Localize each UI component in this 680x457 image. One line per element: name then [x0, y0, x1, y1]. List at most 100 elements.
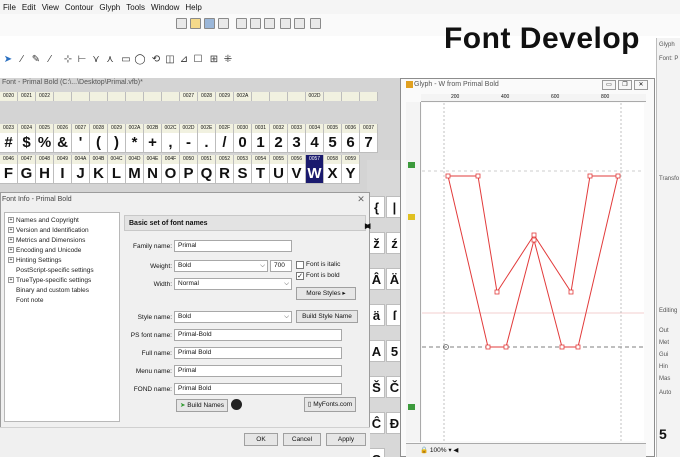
- glyph-cell[interactable]: #: [0, 133, 18, 153]
- tree-item[interactable]: + Metrics and Dimensions: [8, 236, 116, 246]
- glyph-cell[interactable]: *: [126, 133, 144, 153]
- glyph-cell[interactable]: 0: [234, 133, 252, 153]
- glyph-cell[interactable]: O: [162, 164, 180, 184]
- guide-marker-icon[interactable]: [408, 404, 415, 410]
- yin-yang-icon[interactable]: [231, 399, 242, 410]
- menu-help[interactable]: Help: [182, 3, 204, 12]
- hand-tool-icon[interactable]: ☐: [192, 54, 204, 66]
- close-icon[interactable]: ✕: [634, 80, 648, 90]
- bold-checkbox[interactable]: ✓: [296, 272, 304, 280]
- expand-icon[interactable]: +: [8, 277, 14, 284]
- width-select[interactable]: Normal ⌵: [174, 278, 292, 290]
- tree-item[interactable]: + Names and Copyright: [8, 216, 116, 226]
- knife-tool-icon[interactable]: ⁄: [44, 54, 56, 66]
- tree-item[interactable]: + Version and Identification: [8, 226, 116, 236]
- glyph-cell[interactable]: -: [180, 133, 198, 153]
- weight-select[interactable]: Bold ⌵: [174, 260, 268, 272]
- weight-number-field[interactable]: 700: [270, 260, 292, 272]
- glyph-cell[interactable]: Q: [368, 448, 385, 457]
- tree-item[interactable]: Font note: [8, 296, 116, 306]
- glyph-cell[interactable]: F: [0, 164, 18, 184]
- pointer-tool-icon[interactable]: ➤: [2, 54, 14, 66]
- glyph-cell[interactable]: 6: [342, 133, 360, 153]
- expand-icon[interactable]: +: [8, 257, 14, 264]
- style-name-select[interactable]: Bold ⌵: [174, 311, 292, 323]
- apply-button[interactable]: Apply: [326, 433, 366, 446]
- glyph-cell[interactable]: ,: [162, 133, 180, 153]
- restore-icon[interactable]: ❐: [618, 80, 632, 90]
- ellipse-tool-icon[interactable]: ◯: [134, 54, 146, 66]
- glyph-cell[interactable]: L: [108, 164, 126, 184]
- redo-icon[interactable]: [294, 18, 305, 29]
- paste-icon[interactable]: [264, 18, 275, 29]
- glyph-cell[interactable]: M: [126, 164, 144, 184]
- glyph-cell[interactable]: 4: [306, 133, 324, 153]
- glyph-cell[interactable]: ): [108, 133, 126, 153]
- menu-window[interactable]: Window: [148, 3, 182, 12]
- corner-tool-icon[interactable]: ⋎: [90, 54, 102, 66]
- guide-marker-icon[interactable]: [408, 162, 415, 168]
- contour-tool-icon[interactable]: ∕: [16, 54, 28, 66]
- glyph-cell[interactable]: J: [72, 164, 90, 184]
- lock-icon[interactable]: 🔒: [420, 447, 428, 454]
- glyph-cell[interactable]: Ĉ: [368, 412, 385, 434]
- glyph-cell[interactable]: 7: [360, 133, 378, 153]
- menu-view[interactable]: View: [39, 3, 62, 12]
- glyph-cell[interactable]: X: [324, 164, 342, 184]
- grid-tool-icon[interactable]: ⊞: [208, 54, 220, 66]
- family-name-field[interactable]: Primal: [174, 240, 292, 252]
- cancel-button[interactable]: Cancel: [283, 433, 321, 446]
- next-arrow-icon[interactable]: ▶: [365, 222, 370, 230]
- open-folder-icon[interactable]: [190, 18, 201, 29]
- tree-item[interactable]: PostScript-specific settings: [8, 266, 116, 276]
- copy-icon[interactable]: [250, 18, 261, 29]
- glyph-canvas[interactable]: [422, 103, 644, 441]
- print-icon[interactable]: [310, 18, 321, 29]
- glyph-cell[interactable]: 3: [288, 133, 306, 153]
- myfonts-button[interactable]: ▯ MyFonts.com: [304, 397, 356, 412]
- expand-icon[interactable]: +: [8, 227, 14, 234]
- expand-icon[interactable]: +: [8, 217, 14, 224]
- zoom-value[interactable]: 100%: [430, 447, 447, 454]
- expand-icon[interactable]: +: [8, 237, 14, 244]
- menu-edit[interactable]: Edit: [19, 3, 39, 12]
- glyph-cell[interactable]: N: [144, 164, 162, 184]
- rotate-tool-icon[interactable]: ⟲: [150, 54, 162, 66]
- glyph-cell[interactable]: {: [368, 196, 385, 218]
- curve-tool-icon[interactable]: ⋏: [104, 54, 116, 66]
- glyph-cell[interactable]: (: [90, 133, 108, 153]
- glyph-cell[interactable]: ž: [368, 232, 385, 254]
- glyph-cell[interactable]: .: [198, 133, 216, 153]
- expand-icon[interactable]: +: [8, 247, 14, 254]
- glyph-cell[interactable]: Â: [368, 268, 385, 290]
- pen-tool-icon[interactable]: ✎: [30, 54, 42, 66]
- save-icon[interactable]: [204, 18, 215, 29]
- guide-tool-icon[interactable]: ⁜: [222, 54, 234, 66]
- minimize-icon[interactable]: ▭: [602, 80, 616, 90]
- glyph-cell[interactable]: Š: [368, 376, 385, 398]
- glyph-cell[interactable]: ': [72, 133, 90, 153]
- menu-tools[interactable]: Tools: [123, 3, 148, 12]
- measure-tool-icon[interactable]: ⊿: [178, 54, 190, 66]
- more-styles-button[interactable]: More Styles ▸: [296, 287, 356, 300]
- glyph-cell[interactable]: S: [234, 164, 252, 184]
- glyph-cell[interactable]: %: [36, 133, 54, 153]
- italic-checkbox[interactable]: [296, 261, 304, 269]
- scroll-left-icon[interactable]: ◀: [453, 447, 458, 454]
- glyph-cell[interactable]: V: [288, 164, 306, 184]
- menu-file[interactable]: File: [0, 3, 19, 12]
- full-name-field[interactable]: Primal Bold: [174, 347, 342, 359]
- build-style-name-button[interactable]: Build Style Name: [296, 310, 358, 323]
- glyph-cell[interactable]: A: [368, 340, 385, 362]
- glyph-cell[interactable]: K: [90, 164, 108, 184]
- tangent-tool-icon[interactable]: ⊢: [76, 54, 88, 66]
- node-tool-icon[interactable]: ⊹: [62, 54, 74, 66]
- ok-button[interactable]: OK: [244, 433, 278, 446]
- tree-item[interactable]: Binary and custom tables: [8, 286, 116, 296]
- rectangle-tool-icon[interactable]: ▭: [120, 54, 132, 66]
- menu-contour[interactable]: Contour: [62, 3, 96, 12]
- undo-icon[interactable]: [280, 18, 291, 29]
- glyph-cell[interactable]: /: [216, 133, 234, 153]
- save-all-icon[interactable]: [218, 18, 229, 29]
- glyph-cell[interactable]: H: [36, 164, 54, 184]
